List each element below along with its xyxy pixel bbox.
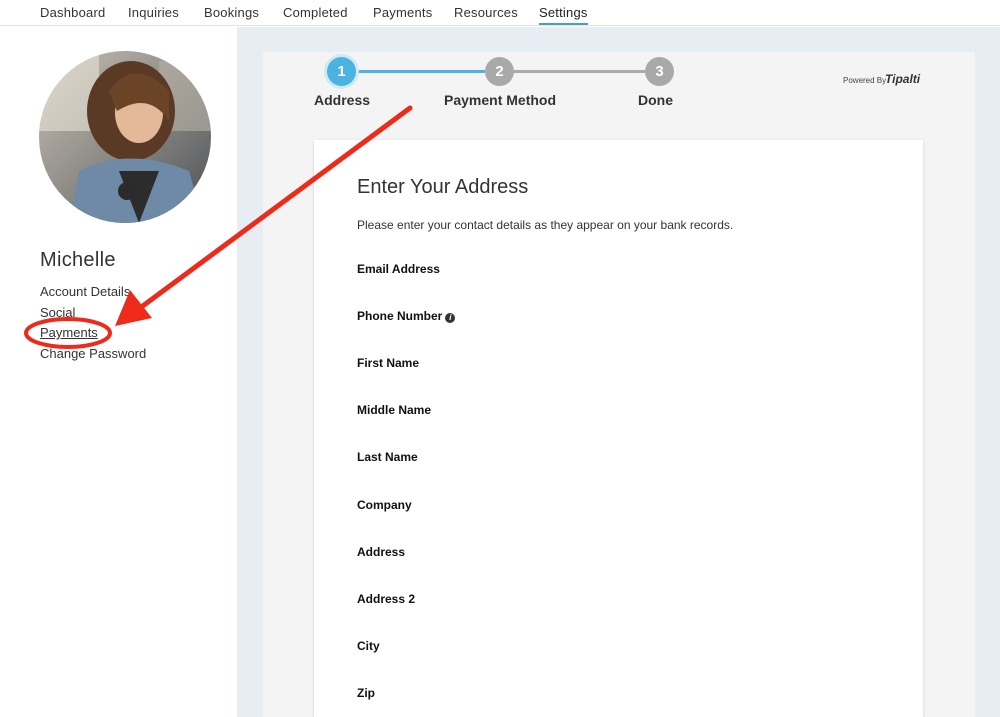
form-title: Enter Your Address bbox=[357, 176, 529, 198]
label-phone-number: Phone Number i bbox=[357, 309, 456, 323]
nav-inquiries[interactable]: Inquiries bbox=[128, 5, 179, 20]
step-connector-2 bbox=[513, 70, 645, 73]
step-1-circle: 1 bbox=[327, 57, 356, 86]
profile-sidebar: Michelle Account Details Social Payments… bbox=[0, 27, 237, 717]
step-1-label: Address bbox=[314, 92, 371, 108]
step-connector-1 bbox=[355, 70, 485, 73]
step-2-label: Payment Method bbox=[444, 92, 557, 108]
link-change-password[interactable]: Change Password bbox=[40, 346, 146, 361]
label-email-address: Email Address bbox=[357, 262, 440, 276]
nav-bookings[interactable]: Bookings bbox=[204, 5, 259, 20]
label-address: Address bbox=[357, 545, 406, 559]
powered-by-text: Powered By bbox=[843, 76, 887, 85]
nav-settings[interactable]: Settings bbox=[539, 5, 588, 25]
label-address-2: Address 2 bbox=[357, 592, 416, 606]
nav-dashboard[interactable]: Dashboard bbox=[40, 5, 105, 20]
avatar-photo bbox=[39, 51, 211, 223]
tipalti-logo: Tipalti bbox=[885, 72, 921, 86]
nav-payments[interactable]: Payments bbox=[373, 5, 432, 20]
label-city: City bbox=[357, 639, 380, 653]
form-description: Please enter your contact details as the… bbox=[357, 218, 734, 232]
step-3-circle: 3 bbox=[645, 57, 674, 86]
label-phone-number-text: Phone Number bbox=[357, 309, 443, 323]
step-3-label: Done bbox=[638, 92, 673, 108]
label-first-name: First Name bbox=[357, 356, 420, 370]
nav-completed[interactable]: Completed bbox=[283, 5, 348, 20]
step-2-circle: 2 bbox=[485, 57, 514, 86]
info-icon[interactable]: i bbox=[445, 313, 456, 323]
avatar bbox=[39, 51, 211, 223]
link-social[interactable]: Social bbox=[40, 305, 75, 320]
profile-name: Michelle bbox=[40, 249, 116, 271]
label-last-name: Last Name bbox=[357, 450, 418, 464]
top-navigation: Dashboard Inquiries Bookings Completed P… bbox=[0, 0, 1000, 26]
link-payments[interactable]: Payments bbox=[40, 325, 98, 340]
nav-resources[interactable]: Resources bbox=[454, 5, 518, 20]
link-account-details[interactable]: Account Details bbox=[40, 284, 130, 299]
label-zip: Zip bbox=[357, 686, 375, 700]
label-company: Company bbox=[357, 498, 412, 512]
label-middle-name: Middle Name bbox=[357, 403, 432, 417]
